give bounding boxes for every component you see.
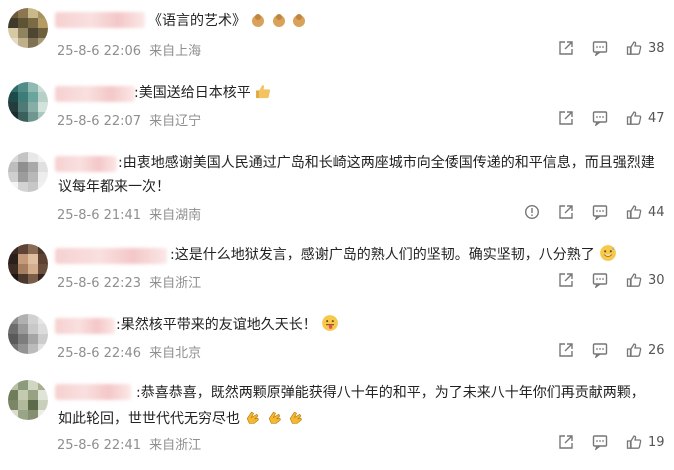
comment-icon[interactable] — [592, 204, 608, 220]
share-icon[interactable] — [558, 434, 574, 450]
comment-date: 25-8-6 22:23 — [57, 276, 142, 291]
comment-text-continued: 如此轮回，世世代代无穷尽也 — [58, 407, 304, 434]
username-redacted[interactable] — [55, 156, 117, 172]
comment-location: 来自浙江 — [149, 276, 202, 291]
like-count: 44 — [648, 204, 665, 220]
comment-item: :这是什么地狱发言，感谢广岛的熟人们的坚韧。确实坚韧，八分熟了 25-8-6 2… — [0, 236, 674, 304]
comment-text-continued: 议每年都来一次！ — [58, 179, 170, 195]
comment-date: 25-8-6 22:46 — [57, 346, 142, 361]
comment-icon[interactable] — [592, 434, 608, 450]
comment-text: :恭喜恭喜，既然两颗原弹能获得八十年的和平，为了未来八十年你们再贡献两颗， — [136, 385, 645, 401]
like-count: 26 — [648, 342, 665, 358]
thumbs-up-icon[interactable] — [626, 434, 642, 450]
comment-text: :由衷地感谢美国人民通过广岛和长崎这两座城市向全倭国传递的和平信息，而且强烈建 — [118, 155, 655, 171]
comment-item: :由衷地感谢美国人民通过广岛和长崎这两座城市向全倭国传递的和平信息，而且强烈建 … — [0, 142, 674, 234]
comment-actions: 47 — [540, 110, 666, 126]
comment-location: 来自北京 — [149, 346, 202, 361]
sweat-smile-icon — [599, 244, 617, 270]
comment-meta: 25-8-6 22:06 来自上海 — [57, 40, 209, 59]
comment-date: 25-8-6 22:06 — [57, 44, 142, 59]
comment-actions: 44 — [506, 204, 666, 220]
comment-item: :果然核平带来的友谊地久天长！ 25-8-6 22:46 来自北京 26 — [0, 306, 674, 372]
comment-icon[interactable] — [592, 342, 608, 358]
username-redacted[interactable] — [55, 318, 115, 334]
comment-meta: 25-8-6 21:41 来自湖南 — [57, 204, 209, 223]
share-icon[interactable] — [558, 204, 574, 220]
tongue-out-icon — [321, 314, 339, 340]
clapping-hands-icon — [271, 12, 287, 36]
comment-actions: 26 — [540, 342, 666, 358]
comment-location: 来自浙江 — [149, 438, 202, 453]
comment-item: 《语言的艺术》 25-8-6 22:06 来自上海 38 — [0, 0, 674, 70]
comment-meta: 25-8-6 22:41 来自浙江 — [57, 434, 209, 453]
comment-text: :美国送给日本核平 — [134, 81, 272, 108]
comment-meta: 25-8-6 22:23 来自浙江 — [57, 272, 209, 291]
comment-date: 25-8-6 21:41 — [57, 208, 142, 223]
like-count: 38 — [648, 40, 665, 56]
comment-text: :这是什么地狱发言，感谢广岛的熟人们的坚韧。确实坚韧，八分熟了 — [170, 243, 617, 270]
comment-location: 来自上海 — [149, 44, 202, 59]
comment-item: :美国送给日本核平 25-8-6 22:07 来自辽宁 47 — [0, 72, 674, 140]
username-redacted[interactable] — [55, 86, 135, 102]
comment-meta: 25-8-6 22:46 来自北京 — [57, 342, 209, 361]
avatar[interactable] — [8, 82, 48, 122]
comment-icon[interactable] — [592, 110, 608, 126]
comment-date: 25-8-6 22:07 — [57, 114, 142, 129]
clapping-hands-icon — [250, 12, 266, 36]
like-count: 47 — [648, 110, 665, 126]
comment-location: 来自湖南 — [149, 208, 202, 223]
comment-icon[interactable] — [592, 272, 608, 288]
comment-actions: 38 — [540, 40, 666, 56]
comment-meta: 25-8-6 22:07 来自辽宁 — [57, 110, 209, 129]
clap-icon — [287, 409, 304, 434]
report-icon[interactable] — [524, 204, 540, 220]
comment-text: :果然核平带来的友谊地久天长！ — [116, 313, 339, 340]
comment-text: 《语言的艺术》 — [148, 9, 307, 36]
comment-actions: 19 — [540, 434, 666, 450]
avatar[interactable] — [8, 244, 48, 284]
comment-location: 来自辽宁 — [149, 114, 202, 129]
thumbs-up-emoji-icon — [255, 83, 272, 108]
username-redacted[interactable] — [55, 12, 145, 28]
thumbs-up-icon[interactable] — [626, 204, 642, 220]
like-count: 30 — [648, 272, 665, 288]
avatar[interactable] — [8, 380, 48, 420]
clapping-hands-icon — [291, 12, 307, 36]
clap-icon — [266, 409, 283, 434]
share-icon[interactable] — [558, 110, 574, 126]
share-icon[interactable] — [558, 272, 574, 288]
comment-item: :恭喜恭喜，既然两颗原弹能获得八十年的和平，为了未来八十年你们再贡献两颗， 如此… — [0, 374, 674, 470]
share-icon[interactable] — [558, 342, 574, 358]
comment-actions: 30 — [540, 272, 666, 288]
username-redacted[interactable] — [55, 248, 167, 264]
comment-date: 25-8-6 22:41 — [57, 438, 142, 453]
like-count: 19 — [648, 434, 665, 450]
username-redacted[interactable] — [55, 384, 131, 400]
avatar[interactable] — [8, 314, 48, 354]
avatar[interactable] — [8, 152, 48, 192]
avatar[interactable] — [8, 8, 48, 48]
thumbs-up-icon[interactable] — [626, 110, 642, 126]
thumbs-up-icon[interactable] — [626, 272, 642, 288]
clap-icon — [244, 409, 261, 434]
comment-icon[interactable] — [592, 40, 608, 56]
thumbs-up-icon[interactable] — [626, 40, 642, 56]
thumbs-up-icon[interactable] — [626, 342, 642, 358]
share-icon[interactable] — [558, 40, 574, 56]
